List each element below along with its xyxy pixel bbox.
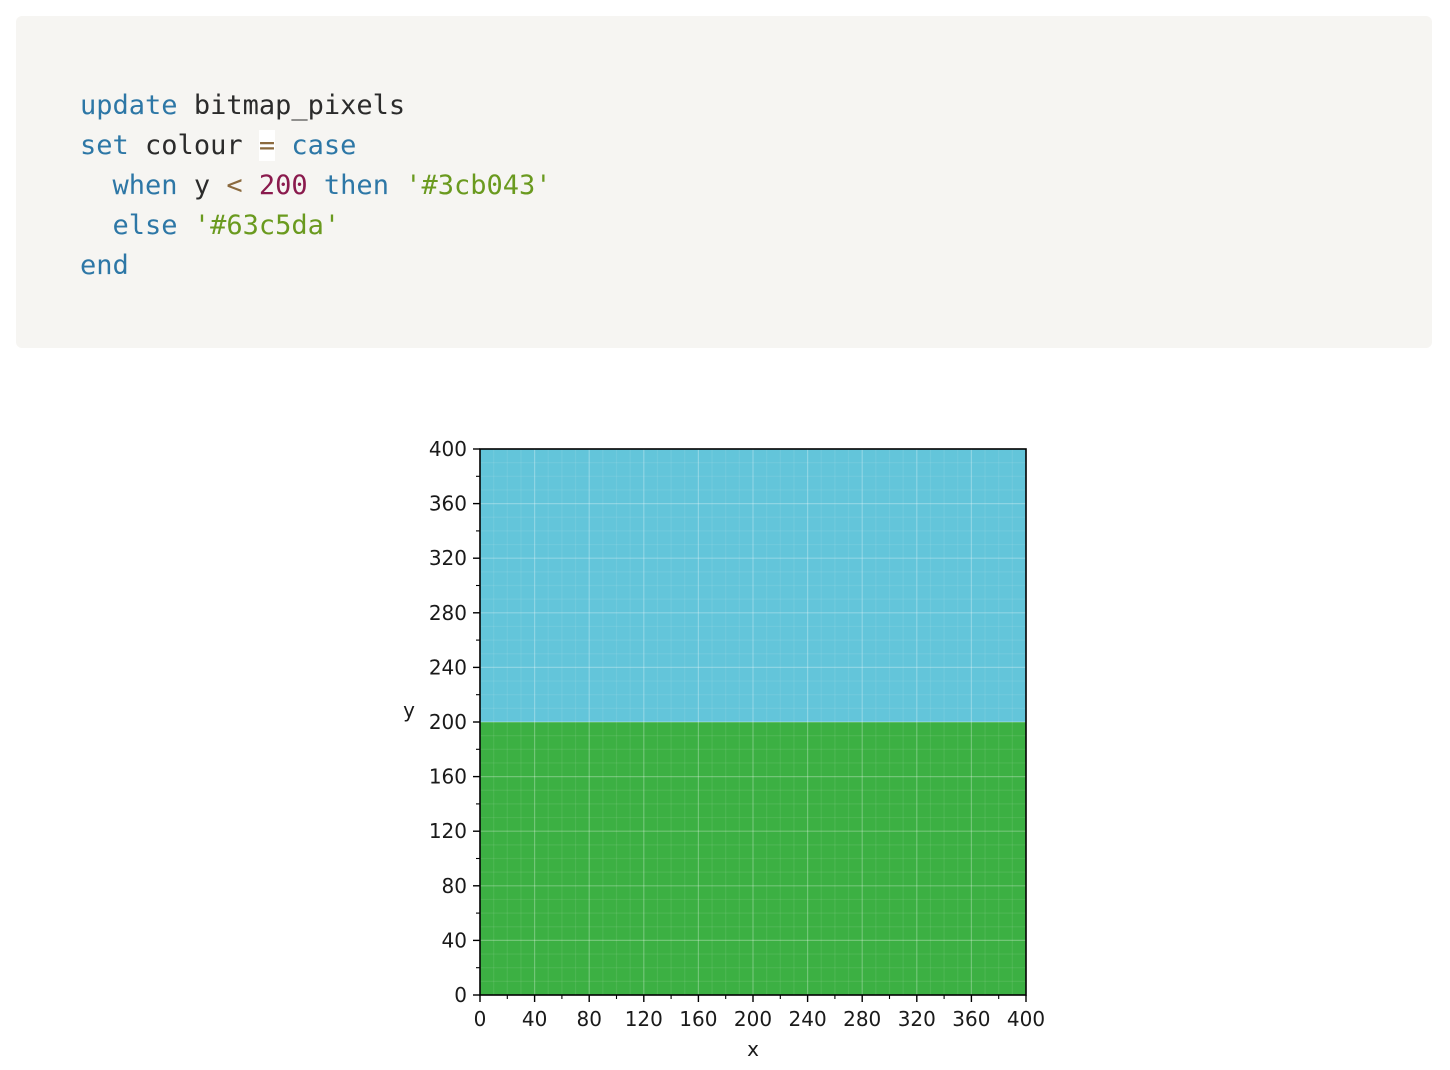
y-tick-label: 280	[429, 601, 467, 625]
y-axis-label: y	[403, 698, 415, 722]
y-tick-label: 120	[429, 819, 467, 843]
y-tick-label: 240	[429, 655, 467, 679]
y-tick-label: 0	[454, 983, 467, 1007]
y-tick-label: 400	[429, 437, 467, 461]
y-tick-label: 200	[429, 710, 467, 734]
x-tick-label: 40	[522, 1007, 547, 1031]
y-tick-label: 360	[429, 492, 467, 516]
x-tick-label: 280	[843, 1007, 881, 1031]
x-tick-label: 360	[952, 1007, 990, 1031]
x-tick-label: 400	[1007, 1007, 1045, 1031]
x-tick-label: 320	[898, 1007, 936, 1031]
bitmap-chart: 0 40 80 120 160 200 240 280 320 360 400 0 40 80 120 160…	[403, 437, 1045, 1061]
x-tick-label: 80	[576, 1007, 601, 1031]
y-tick-label: 40	[442, 928, 467, 952]
x-tick-label: 200	[734, 1007, 772, 1031]
x-tick-label: 240	[789, 1007, 827, 1031]
y-tick-label: 80	[442, 874, 467, 898]
y-tick-label: 160	[429, 765, 467, 789]
y-tick-label: 320	[429, 546, 467, 570]
x-tick-label: 120	[625, 1007, 663, 1031]
x-tick-label: 0	[474, 1007, 487, 1031]
x-tick-label: 160	[679, 1007, 717, 1031]
x-axis-label: x	[747, 1037, 759, 1061]
